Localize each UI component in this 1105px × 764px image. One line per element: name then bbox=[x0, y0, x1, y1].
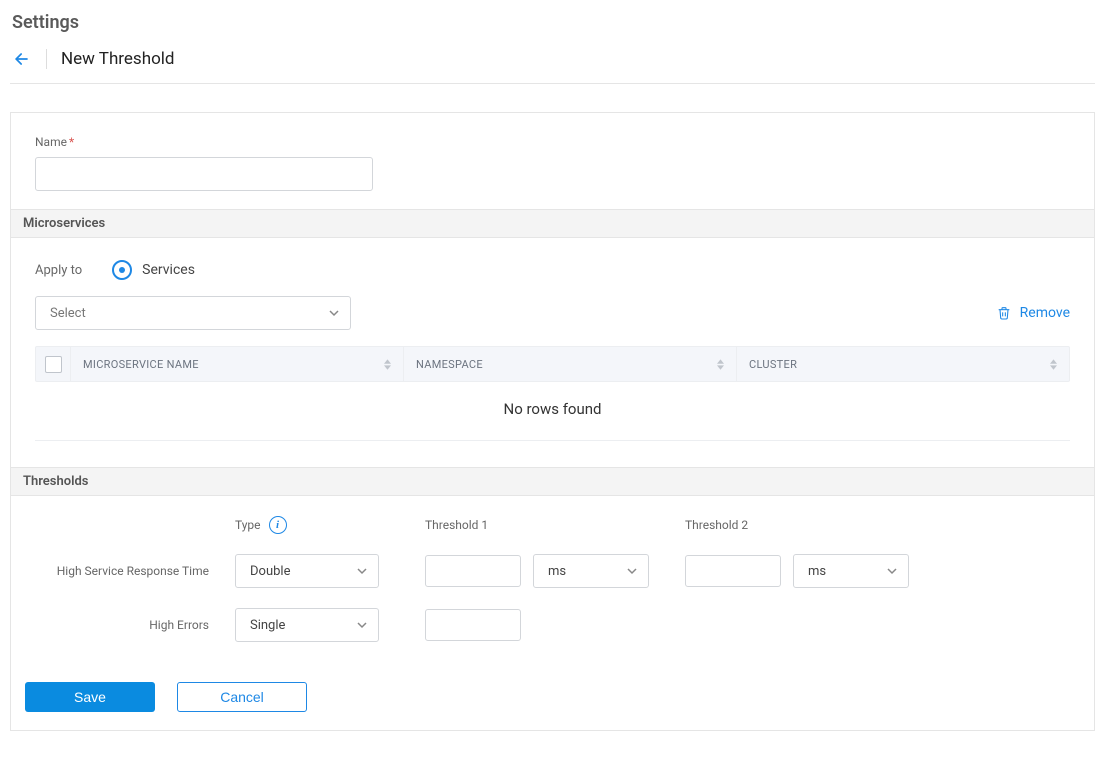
response-time-threshold1-input[interactable] bbox=[425, 555, 521, 587]
microservice-select[interactable]: Select bbox=[35, 296, 351, 330]
name-input[interactable] bbox=[35, 157, 373, 191]
high-errors-type-select[interactable]: Single bbox=[235, 608, 379, 642]
thresholds-type-label: Type i bbox=[235, 516, 425, 534]
checkbox-icon bbox=[45, 356, 62, 373]
name-label: Name* bbox=[35, 135, 1070, 149]
threshold2-label: Threshold 2 bbox=[685, 518, 945, 532]
table-header-microservice[interactable]: MICROSERVICE NAME bbox=[71, 347, 404, 381]
breadcrumb: New Threshold bbox=[10, 45, 1095, 84]
row-high-errors-label: High Errors bbox=[35, 618, 235, 632]
response-time-threshold2-unit[interactable]: ms bbox=[793, 554, 909, 588]
sort-icon bbox=[1050, 359, 1057, 370]
threshold1-label: Threshold 1 bbox=[425, 518, 685, 532]
table-header-namespace[interactable]: NAMESPACE bbox=[404, 347, 737, 381]
table-empty-message: No rows found bbox=[35, 382, 1070, 441]
apply-to-radio-services[interactable] bbox=[112, 260, 132, 280]
table-header-cluster[interactable]: CLUSTER bbox=[737, 347, 1069, 381]
table-select-all[interactable] bbox=[36, 347, 71, 381]
remove-button[interactable]: Remove bbox=[996, 305, 1070, 321]
section-header-thresholds: Thresholds bbox=[11, 467, 1094, 496]
breadcrumb-current: New Threshold bbox=[61, 49, 174, 69]
row-response-time-label: High Service Response Time bbox=[35, 564, 235, 578]
info-icon[interactable]: i bbox=[269, 516, 287, 534]
back-icon[interactable] bbox=[12, 49, 32, 69]
chevron-down-icon bbox=[328, 307, 340, 319]
sort-icon bbox=[717, 359, 724, 370]
chevron-down-icon bbox=[626, 565, 638, 577]
apply-to-row: Apply to Services bbox=[11, 238, 1094, 290]
microservices-table: MICROSERVICE NAME NAMESPACE CLUSTER bbox=[11, 346, 1094, 467]
cancel-button[interactable]: Cancel bbox=[177, 682, 307, 712]
trash-icon bbox=[996, 305, 1012, 321]
response-time-threshold2-input[interactable] bbox=[685, 555, 781, 587]
chevron-down-icon bbox=[356, 619, 368, 631]
high-errors-threshold1-input[interactable] bbox=[425, 609, 521, 641]
apply-to-label: Apply to bbox=[35, 263, 82, 278]
chevron-down-icon bbox=[356, 565, 368, 577]
response-time-threshold1-unit[interactable]: ms bbox=[533, 554, 649, 588]
breadcrumb-divider bbox=[46, 49, 47, 69]
form-panel: Name* Microservices Apply to Services Se… bbox=[10, 112, 1095, 731]
microservice-select-value: Select bbox=[50, 306, 86, 321]
response-time-type-select[interactable]: Double bbox=[235, 554, 379, 588]
save-button[interactable]: Save bbox=[25, 682, 155, 712]
section-header-microservices: Microservices bbox=[11, 209, 1094, 238]
apply-to-radio-services-label: Services bbox=[142, 262, 195, 278]
sort-icon bbox=[384, 359, 391, 370]
chevron-down-icon bbox=[886, 565, 898, 577]
page-title: Settings bbox=[12, 12, 1095, 33]
